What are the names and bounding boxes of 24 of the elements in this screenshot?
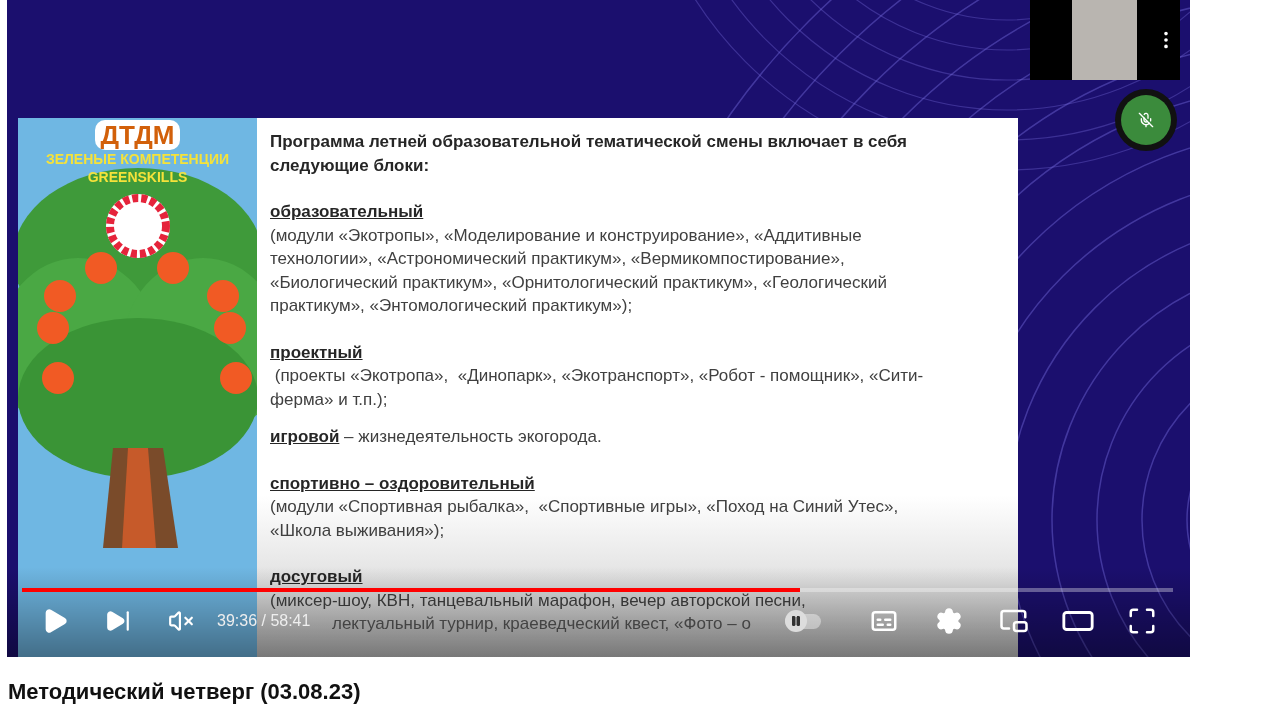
block-heading: досуговый [270, 566, 363, 588]
block-text: (проекты «Экотропа», «Динопарк», «Экотранспорт», «Робот - помощник», «Сити- ферма» и т.п.); [270, 365, 924, 411]
slide-intro: Программа летней образовательной тематической смены включает в себя следующие блоки: [270, 131, 908, 177]
block-text: (модули «Экотропы», «Моделирование и конструирование», «Аддитивные технологии», «Астрономический практикум», «Вермикомпостирование», «Биологический практикум», «Орнитологический практикум», «Геологический практикум», «Энтомологический практикум»); [270, 224, 887, 317]
progress-bar[interactable] [22, 588, 1173, 592]
block-text: (модули «Спортивная рыбалка», «Спортивные игры», «Поход на Синий Утес», «Школа выживания»); [270, 496, 899, 542]
pause-icon [790, 615, 802, 627]
block-line: игровой – жизнедеятельность экогорода. [270, 426, 603, 448]
block-text: (миксер-шоу, КВН, танцевальный марафон, вечер авторской песни, [270, 589, 806, 612]
block-heading: образовательный [270, 201, 424, 223]
muted-icon [168, 608, 194, 634]
block-heading: спортивно – оздоровительный [270, 472, 535, 495]
poster-title: ЗЕЛЕНЫЕ КОМПЕТЕНЦИИ [45, 150, 230, 168]
poster-title: GREENSKILLS [87, 168, 188, 186]
poster-logo: ДТДМ [94, 120, 181, 150]
fullscreen-icon [1127, 606, 1157, 636]
mic-off-icon [1138, 112, 1154, 128]
time-display: 39:36 / 58:41 [217, 611, 311, 631]
mic-button[interactable] [1115, 89, 1177, 151]
next-icon [105, 608, 131, 634]
block-text: лектуальный турнир, краеведческий квест, «Фото – о [332, 613, 751, 635]
autoplay-toggle[interactable] [785, 613, 821, 629]
video-title: Методический четверг (03.08.23) [8, 678, 362, 706]
block-heading: проектный [270, 341, 363, 364]
